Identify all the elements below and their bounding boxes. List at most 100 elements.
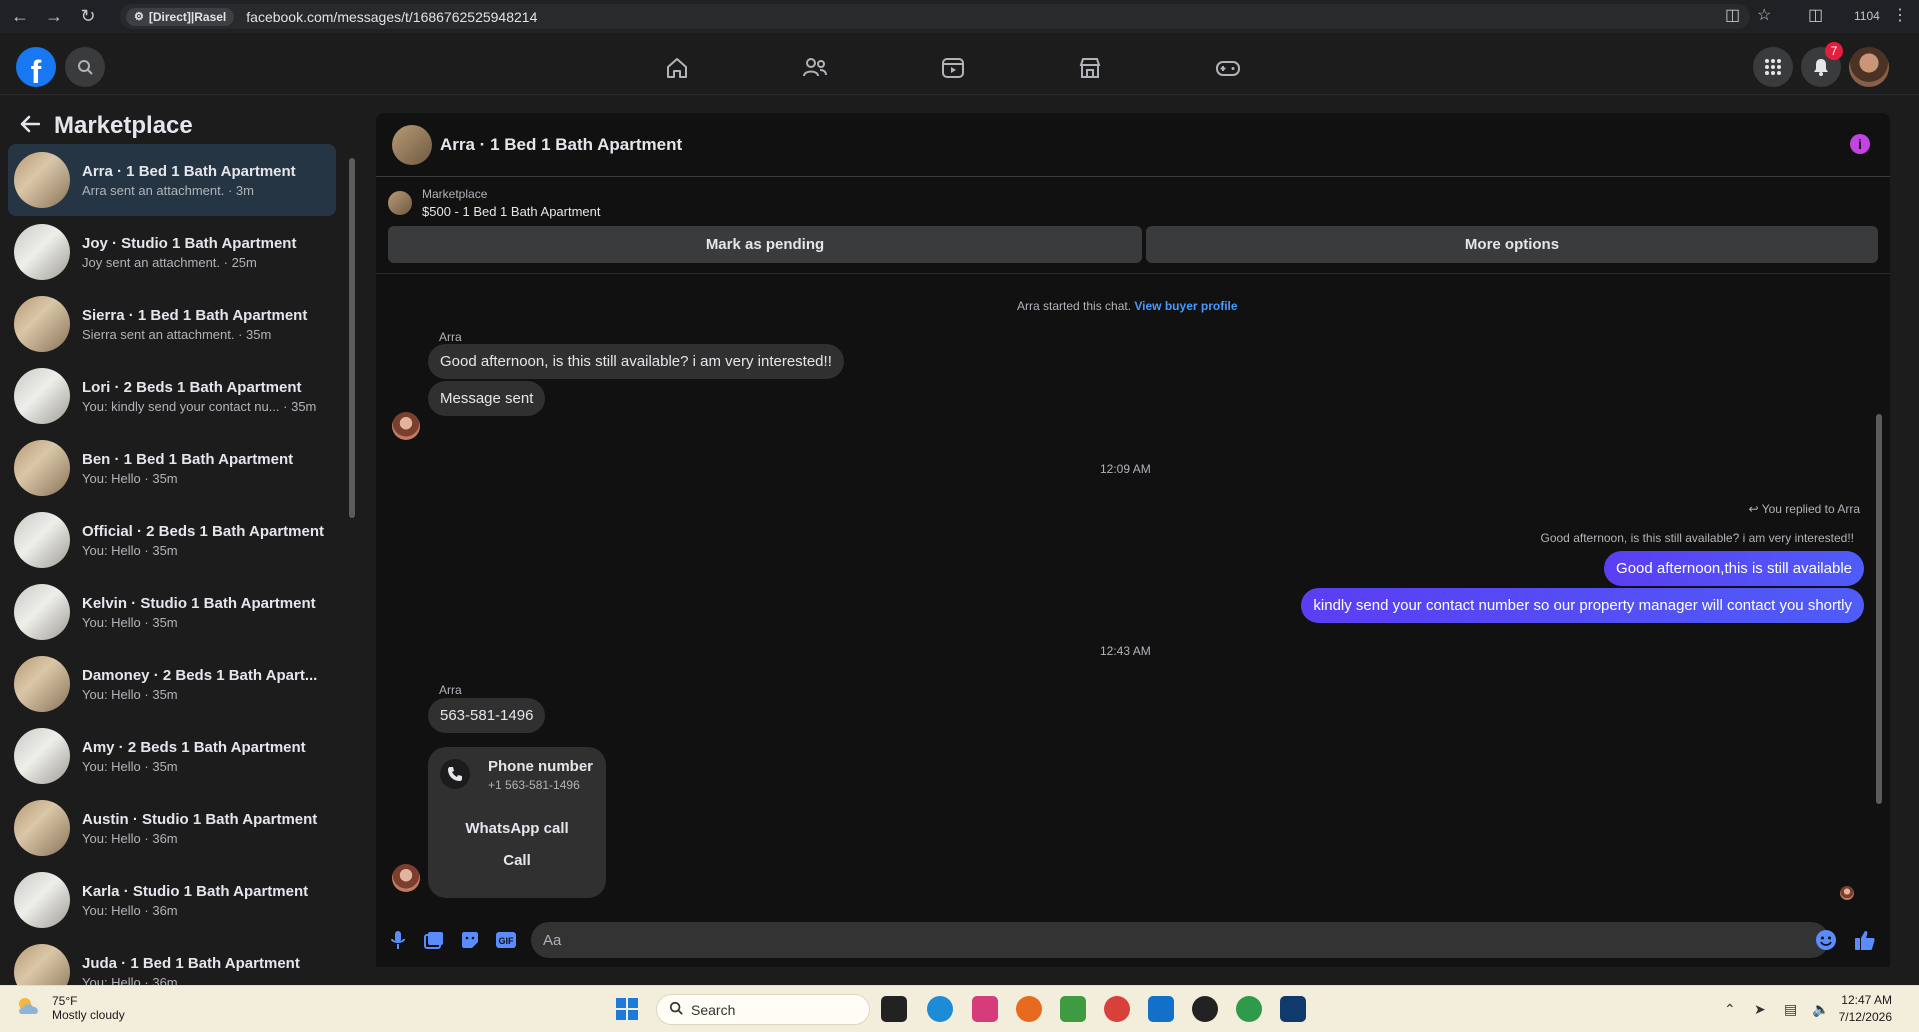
sender-avatar[interactable] [392,864,420,892]
sidepanel-icon[interactable]: ◫ [1808,5,1823,25]
listing-thumb [388,191,412,215]
chat-header: Arra · 1 Bed 1 Bath Apartment i [376,113,1890,177]
phone-icon [440,759,470,789]
install-icon[interactable]: ◫ [1725,5,1740,25]
friends-icon[interactable] [799,52,831,84]
chat-scroll-thumb[interactable] [1876,414,1882,804]
address-bar[interactable]: ⚙ [Direct]|Rasel facebook.com/messages/t… [120,4,1750,29]
chrome-profile-icon[interactable] [1104,996,1130,1022]
quoted-message[interactable]: Good afternoon, is this still available?… [1541,531,1855,545]
conversation-item[interactable]: Arra · 1 Bed 1 Bath Apartment Arra sent a… [8,144,336,216]
call-button[interactable]: Call [428,852,606,869]
read-receipt-avatar [1840,886,1854,900]
sticker-icon[interactable] [458,928,482,952]
home-icon[interactable] [661,52,693,84]
facebook-logo-icon[interactable]: f [16,47,56,87]
conversation-text: Arra · 1 Bed 1 Bath Apartment Arra sent a… [82,163,332,198]
incoming-message[interactable]: 563-581-1496 [428,698,546,733]
listing-thumbnail [14,440,70,496]
photo-icon[interactable] [422,928,446,952]
conversation-sidebar: Marketplace Arra · 1 Bed 1 Bath Apartmen… [0,96,360,985]
incoming-message[interactable]: Message sent [428,381,546,416]
network-icon[interactable]: ▤ [1784,1001,1797,1018]
taskbar-search-label: Search [691,1001,736,1018]
taskbar-search[interactable]: Search [656,994,870,1025]
conversation-name: Austin · Studio 1 Bath Apartment [82,810,318,828]
windows-start-icon[interactable] [614,996,640,1022]
conversation-item[interactable]: Karla · Studio 1 Bath Apartment You: Hell… [8,864,336,936]
surfshark-icon[interactable] [1148,996,1174,1022]
notepad-icon[interactable] [1060,996,1086,1022]
sidebar-scroll-thumb[interactable] [349,158,355,518]
conversation-item[interactable]: Damoney · 2 Beds 1 Bath Apart... You: Hel… [8,648,336,720]
conversation-item[interactable]: Kelvin · Studio 1 Bath Apartment You: Hel… [8,576,336,648]
incoming-message[interactable]: Good afternoon, is this still available?… [428,344,844,379]
video-icon[interactable] [937,52,969,84]
gaming-icon[interactable] [1212,52,1244,84]
conversation-preview: You: Hello · 35m [82,686,178,702]
marketplace-icon[interactable] [1074,52,1106,84]
whatsapp-call-button[interactable]: WhatsApp call [428,820,606,837]
search-icon [669,1001,683,1018]
cloud-icon [16,996,44,1021]
microphone-icon[interactable] [386,928,410,952]
app-1104-icon[interactable] [1280,996,1306,1022]
url-text[interactable]: facebook.com/messages/t/1686762525948214 [246,9,537,25]
message-thread: Arra started this chat. View buyer profi… [376,273,1890,909]
conversation-text: Austin · Studio 1 Bath Apartment You: Hel… [82,811,332,846]
view-buyer-profile-link[interactable]: View buyer profile [1134,299,1237,313]
profile-chip[interactable]: ⚙ [Direct]|Rasel [126,7,235,26]
conversation-item[interactable]: Sierra · 1 Bed 1 Bath Apartment Sierra se… [8,288,336,360]
outgoing-message[interactable]: kindly send your contact number so our p… [1301,588,1864,623]
system-clock[interactable]: 12:47 AM 7/12/2026 [1822,993,1892,1024]
menu-grid-icon[interactable] [1753,47,1793,87]
back-arrow-icon[interactable] [20,115,41,138]
timestamp: 12:43 AM [1100,644,1151,658]
file-explorer-icon[interactable] [881,996,907,1022]
listing-thumbnail [14,296,70,352]
conversation-text: Kelvin · Studio 1 Bath Apartment You: Hel… [82,595,332,630]
edge-icon[interactable] [927,996,953,1022]
conversation-item[interactable]: Amy · 2 Beds 1 Bath Apartment You: Hello … [8,720,336,792]
bookmark-star-icon[interactable]: ☆ [1757,5,1771,25]
conversation-item[interactable]: Joy · Studio 1 Bath Apartment Joy sent an… [8,216,336,288]
conversation-name: Damoney · 2 Beds 1 Bath Apart... [82,666,318,684]
weather-widget[interactable]: 75°F Mostly cloudy [16,994,125,1022]
chat-title[interactable]: Arra · 1 Bed 1 Bath Apartment [440,135,682,155]
chrome-icon[interactable] [1236,996,1262,1022]
chat-panel: Arra · 1 Bed 1 Bath Apartment i Marketpl… [376,113,1890,967]
sender-avatar[interactable] [392,412,420,440]
conversation-item[interactable]: Austin · Studio 1 Bath Apartment You: Hel… [8,792,336,864]
conversation-item[interactable]: Juda · 1 Bed 1 Bath Apartment You: Hello … [8,936,336,985]
sidebar-header: Marketplace [20,112,193,140]
sender-name: Arra [439,330,462,344]
snipping-tool-icon[interactable] [972,996,998,1022]
chat-avatar[interactable] [392,124,432,165]
conversation-item[interactable]: Lori · 2 Beds 1 Bath Apartment You: kindl… [8,360,336,432]
conversation-name: Arra · 1 Bed 1 Bath Apartment [82,162,296,180]
like-thumb-icon[interactable] [1853,928,1877,952]
conversation-item[interactable]: Official · 2 Beds 1 Bath Apartment You: H… [8,504,336,576]
message-input[interactable] [531,922,1829,958]
emoji-icon[interactable] [1814,928,1838,952]
menu-icon[interactable]: ⋮ [1892,5,1908,25]
conversation-text: Joy · Studio 1 Bath Apartment Joy sent an… [82,235,332,270]
info-icon[interactable]: i [1850,134,1870,154]
listing-info[interactable]: Marketplace $500 - 1 Bed 1 Bath Apartmen… [388,187,601,219]
tray-chevron-icon[interactable]: ⌃ [1724,1001,1736,1018]
forward-icon[interactable]: → [40,3,68,31]
location-icon[interactable]: ➤ [1754,1001,1766,1018]
more-options-button[interactable]: More options [1146,226,1878,263]
gif-icon[interactable]: GIF [494,928,518,952]
firefox-icon[interactable] [1016,996,1042,1022]
app-x-icon[interactable] [1192,996,1218,1022]
outgoing-message[interactable]: Good afternoon,this is still available [1604,551,1864,586]
conversation-text: Official · 2 Beds 1 Bath Apartment You: H… [82,523,332,558]
account-avatar[interactable] [1849,47,1889,87]
reload-icon[interactable]: ↻ [74,3,102,31]
back-icon[interactable]: ← [6,3,34,31]
search-icon[interactable] [65,47,105,87]
mark-as-pending-button[interactable]: Mark as pending [388,226,1142,263]
conversation-item[interactable]: Ben · 1 Bed 1 Bath Apartment You: Hello ·… [8,432,336,504]
conversation-name: Amy · 2 Beds 1 Bath Apartment [82,738,306,756]
